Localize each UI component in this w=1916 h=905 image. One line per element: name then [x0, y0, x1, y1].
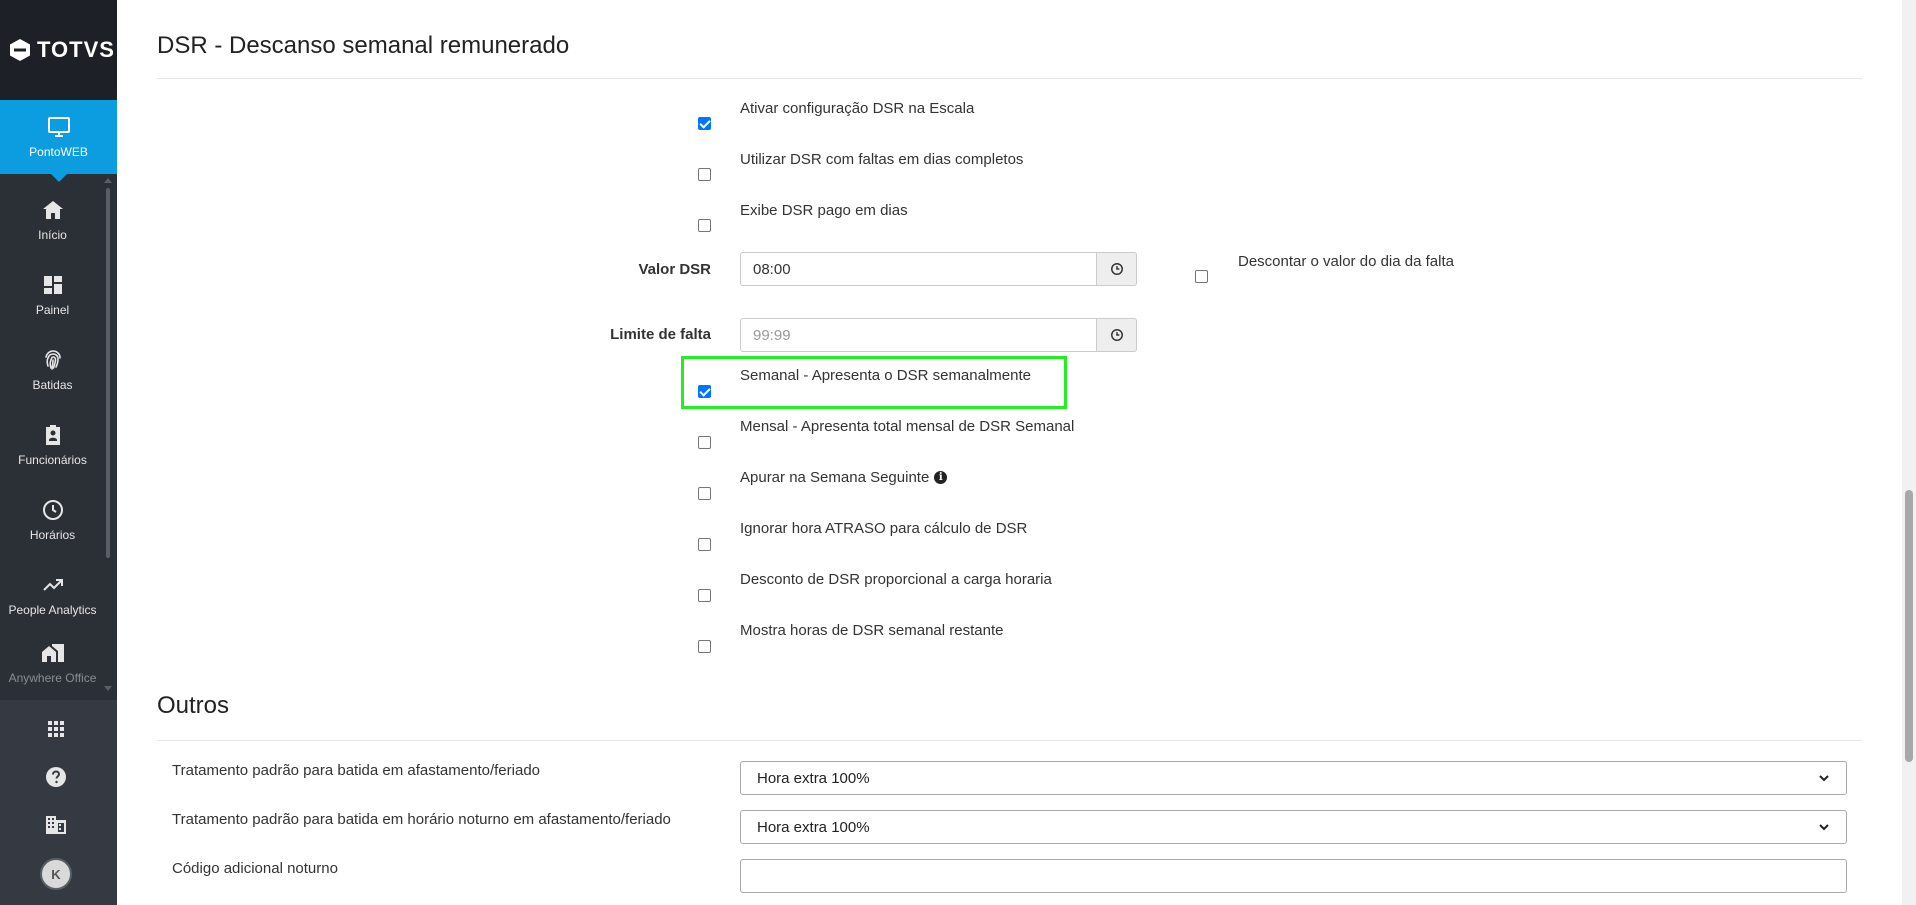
- totvs-logo[interactable]: TOTVS: [0, 0, 117, 100]
- sidebar-item-label: Painel: [35, 303, 70, 317]
- limite-falta-input[interactable]: 99:99: [740, 318, 1097, 352]
- sidebar-item-label: PontoWEB: [29, 145, 88, 159]
- clock-icon: [1110, 263, 1123, 275]
- page-scrollbar-thumb[interactable]: [1905, 490, 1913, 762]
- valor-dsr-input[interactable]: 08:00: [740, 252, 1097, 286]
- checkbox-label-with-info: Apurar na Semana Seguinte i: [740, 469, 948, 486]
- checkbox-label: Exibe DSR pago em dias: [740, 202, 908, 219]
- sidebar-item-label: Início: [38, 228, 67, 242]
- sidebar-item-inicio[interactable]: Início: [0, 185, 105, 255]
- sidebar-scroll-down[interactable]: [104, 686, 112, 691]
- section-divider: [157, 78, 1862, 79]
- sidebar-scroll-up[interactable]: [104, 178, 112, 183]
- sidebar-item-label: Anywhere Office: [8, 671, 97, 685]
- building-icon[interactable]: [44, 813, 68, 837]
- codigo-adicional-noturno-label: Código adicional noturno: [172, 860, 338, 877]
- checkbox-desconto-proporcional[interactable]: [698, 589, 711, 602]
- sidebar-item-pontoweb[interactable]: PontoWEB: [0, 100, 117, 182]
- chevron-down-icon: [1819, 824, 1829, 831]
- help-circle-icon[interactable]: [44, 765, 68, 789]
- checkbox-dsr-pago-dias[interactable]: [698, 219, 711, 232]
- valor-dsr-clock-button[interactable]: [1097, 252, 1137, 286]
- checkbox-label: Utilizar DSR com faltas em dias completo…: [740, 151, 1024, 168]
- valor-dsr-group: 08:00: [740, 252, 1137, 286]
- limite-falta-label: Limite de falta: [610, 326, 711, 343]
- sidebar-item-label: People Analytics: [8, 603, 97, 617]
- sidebar-item-label: Batidas: [32, 378, 73, 392]
- sidebar-item-anywhere-office[interactable]: Anywhere Office: [0, 635, 105, 691]
- sidebar-item-batidas[interactable]: Batidas: [0, 335, 105, 405]
- checkbox-label: Ativar configuração DSR na Escala: [740, 100, 975, 117]
- tratamento-afastamento-select[interactable]: Hora extra 100%: [740, 761, 1847, 795]
- checkbox-label: Apurar na Semana Seguinte: [740, 469, 930, 486]
- checkbox-label: Mostra horas de DSR semanal restante: [740, 622, 1004, 639]
- page-scrollbar-track[interactable]: [1902, 0, 1916, 905]
- tratamento-noturno-select[interactable]: Hora extra 100%: [740, 810, 1847, 844]
- select-value: Hora extra 100%: [757, 818, 870, 836]
- checkbox-label: Descontar o valor do dia da falta: [1238, 253, 1454, 270]
- badge-icon: [45, 425, 60, 445]
- checkbox-horas-restante[interactable]: [698, 640, 711, 653]
- checkbox-label: Ignorar hora ATRASO para cálculo de DSR: [740, 520, 1028, 537]
- checkbox-faltas-dias-completos[interactable]: [698, 168, 711, 181]
- checkbox-label: Mensal - Apresenta total mensal de DSR S…: [740, 418, 1075, 435]
- sidebar-item-horarios[interactable]: Horários: [0, 485, 105, 555]
- avatar[interactable]: K: [40, 858, 72, 890]
- checkbox-ativar-dsr[interactable]: [698, 117, 711, 130]
- limite-falta-group: 99:99: [740, 318, 1137, 352]
- main-content: DSR - Descanso semanal remunerado Ativar…: [117, 0, 1906, 905]
- info-icon[interactable]: i: [934, 471, 948, 484]
- chevron-down-icon: [1819, 775, 1829, 782]
- dsr-section-title: DSR - Descanso semanal remunerado: [157, 32, 570, 59]
- sidebar: TOTVS PontoWEB Início Painel Batidas Fun…: [0, 0, 117, 905]
- fingerprint-icon: [44, 350, 61, 370]
- tratamento-afastamento-label: Tratamento padrão para batida em afastam…: [172, 762, 540, 779]
- checkbox-apurar-semana-seguinte[interactable]: [698, 487, 711, 500]
- checkbox-descontar-falta[interactable]: [1195, 270, 1208, 283]
- sidebar-item-label: Funcionários: [18, 453, 87, 467]
- sidebar-item-people-analytics[interactable]: People Analytics: [0, 560, 105, 630]
- sidebar-item-label: Horários: [29, 528, 76, 542]
- select-value: Hora extra 100%: [757, 769, 870, 787]
- monitor-icon: [47, 117, 70, 137]
- checkbox-label: Desconto de DSR proporcional a carga hor…: [740, 571, 1052, 588]
- checkbox-ignorar-atraso[interactable]: [698, 538, 711, 551]
- sidebar-scrollbar[interactable]: [106, 188, 110, 558]
- dashboard-icon: [43, 276, 62, 294]
- sidebar-item-funcionarios[interactable]: Funcionários: [0, 410, 105, 480]
- clock-icon: [1110, 329, 1123, 341]
- logo-text: TOTVS: [37, 37, 115, 62]
- checkbox-semanal[interactable]: [698, 385, 711, 398]
- sidebar-item-painel[interactable]: Painel: [0, 260, 105, 330]
- home-work-icon: [41, 644, 64, 662]
- outros-section-title: Outros: [157, 692, 230, 719]
- valor-dsr-label: Valor DSR: [638, 261, 711, 278]
- totvs-logo-icon: [10, 39, 30, 61]
- tratamento-noturno-label: Tratamento padrão para batida em horário…: [172, 811, 671, 828]
- section-divider: [157, 740, 1862, 741]
- home-icon: [42, 201, 63, 219]
- clock-icon: [42, 500, 63, 520]
- limite-falta-clock-button[interactable]: [1097, 318, 1137, 352]
- trending-up-icon: [42, 579, 63, 591]
- codigo-adicional-noturno-input[interactable]: [740, 859, 1847, 893]
- checkbox-label: Semanal - Apresenta o DSR semanalmente: [740, 367, 1031, 384]
- apps-grid-icon[interactable]: [44, 717, 68, 741]
- checkbox-mensal[interactable]: [698, 436, 711, 449]
